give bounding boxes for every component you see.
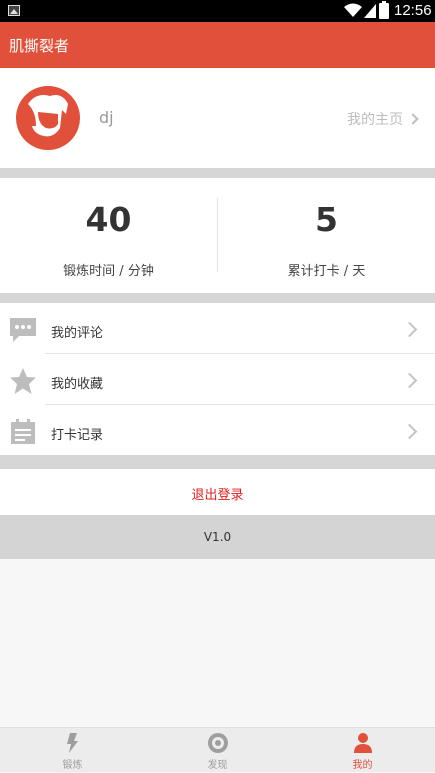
app-title: 肌撕裂者 [9, 37, 70, 55]
stat-value: 40 [85, 200, 132, 239]
stat-label: 累计打卡 / 天 [287, 264, 366, 279]
menu-divider [45, 353, 435, 354]
signal-icon [364, 4, 376, 18]
stat-checkin-days: 5 累计打卡 / 天 [218, 178, 435, 293]
stat-exercise-time: 40 锻炼时间 / 分钟 [0, 178, 217, 293]
chevron-right-icon [401, 321, 418, 338]
app-bar: 肌撕裂者 [0, 22, 435, 68]
stat-label: 锻炼时间 / 分钟 [63, 264, 154, 279]
stat-value: 5 [315, 200, 338, 239]
target-icon [208, 733, 228, 753]
menu-divider [45, 404, 435, 405]
menu-item-favorites[interactable]: 我的收藏 [0, 356, 435, 406]
stats-panel: 40 锻炼时间 / 分钟 5 累计打卡 / 天 [0, 178, 435, 293]
status-bar: 12:56 [0, 0, 435, 22]
chevron-right-icon [401, 423, 418, 440]
menu-item-label: 打卡记录 [51, 428, 104, 443]
comment-icon [10, 318, 36, 342]
menu-list: 我的评论 我的收藏 打卡记录 [0, 303, 435, 455]
menu-item-label: 我的评论 [51, 326, 104, 341]
lightning-icon [67, 733, 78, 753]
chevron-right-icon [401, 372, 418, 389]
version-label: V1.0 [203, 530, 232, 544]
menu-item-checkin-records[interactable]: 打卡记录 [0, 407, 435, 457]
battery-icon [379, 1, 389, 19]
nav-tab-label: 我的 [352, 760, 373, 771]
nav-tab-me[interactable]: 我的 [290, 728, 435, 773]
section-divider [0, 455, 435, 469]
section-divider [0, 168, 435, 178]
nav-tab-label: 发现 [207, 760, 228, 771]
version-bar: V1.0 [0, 515, 435, 559]
wifi-icon [344, 3, 362, 17]
bottom-nav: 锻炼 发现 我的 [0, 727, 435, 772]
logout-button[interactable]: 退出登录 [0, 469, 435, 515]
nav-tab-discover[interactable]: 发现 [145, 728, 290, 773]
chevron-right-icon [407, 113, 419, 125]
profile-header[interactable]: dj 我的主页 [0, 68, 435, 168]
star-icon [10, 368, 36, 394]
menu-item-label: 我的收藏 [51, 377, 104, 392]
status-time: 12:56 [394, 2, 432, 19]
logout-label: 退出登录 [191, 488, 244, 503]
homepage-label: 我的主页 [347, 112, 403, 128]
username: dj [99, 108, 114, 127]
avatar[interactable] [16, 86, 80, 150]
menu-item-comments[interactable]: 我的评论 [0, 305, 435, 355]
empty-area [0, 559, 435, 727]
nav-tab-exercise[interactable]: 锻炼 [0, 728, 145, 773]
person-icon [354, 733, 372, 753]
homepage-link[interactable]: 我的主页 [347, 109, 419, 129]
calendar-icon [11, 419, 35, 444]
image-notification-icon [8, 5, 20, 16]
section-divider [0, 293, 435, 303]
nav-tab-label: 锻炼 [62, 760, 83, 771]
